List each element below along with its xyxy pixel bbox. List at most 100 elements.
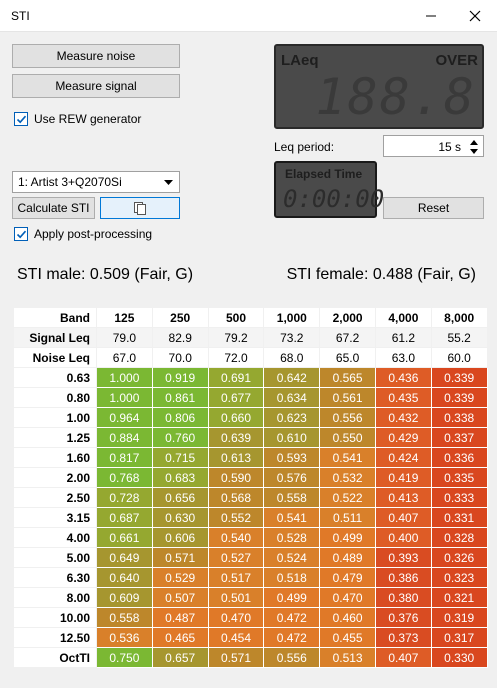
sti-value-cell: 0.660	[207, 407, 265, 428]
use-rew-generator-checkbox[interactable]: Use REW generator	[14, 112, 141, 126]
band-header: 2,000	[319, 307, 376, 328]
table-row: 1.60 0.817 0.715 0.613 0.593 0.541 0.424 0.336	[13, 447, 488, 468]
leq-period-value: 15 s	[438, 140, 461, 154]
sti-value-cell: 0.380	[374, 587, 432, 608]
sti-value-cell: 0.336	[430, 447, 488, 468]
sti-value-cell: 0.499	[263, 587, 321, 608]
signal-leq-cell: 82.9	[151, 327, 209, 348]
sti-value-cell: 0.593	[263, 447, 321, 468]
chevron-down-icon	[164, 180, 173, 185]
table-row: 6.30 0.640 0.529 0.517 0.518 0.479 0.386 0.323	[13, 567, 488, 588]
signal-leq-label: Signal Leq	[13, 327, 97, 348]
sti-value-cell: 0.760	[151, 427, 209, 448]
sti-value-cell: 0.454	[207, 627, 265, 648]
table-row: 2.00 0.768 0.683 0.590 0.576 0.532 0.419 0.335	[13, 467, 488, 488]
row-label: 5.00	[13, 547, 97, 568]
sti-value-cell: 1.000	[96, 367, 153, 388]
row-label: 0.80	[13, 387, 97, 408]
elapsed-time-label: Elapsed Time	[285, 167, 363, 181]
table-row: 3.15 0.687 0.630 0.552 0.541 0.511 0.407 0.331	[13, 507, 488, 528]
sti-value-cell: 0.507	[151, 587, 209, 608]
noise-leq-row: Noise Leq 67.0 70.0 72.0 68.0 65.0 63.0 60.0	[13, 347, 488, 368]
table-row: 0.63 1.000 0.919 0.691 0.642 0.565 0.436 0.339	[13, 367, 488, 388]
measure-signal-button[interactable]: Measure signal	[12, 74, 180, 98]
noise-leq-cell: 60.0	[430, 347, 488, 368]
sti-value-cell: 0.649	[96, 547, 153, 568]
sti-value-cell: 0.528	[263, 527, 321, 548]
level-digits: 188.8	[315, 68, 476, 126]
table-row: 8.00 0.609 0.507 0.501 0.499 0.470 0.380 0.321	[13, 587, 488, 608]
sti-value-cell: 0.532	[319, 467, 376, 488]
measure-noise-button[interactable]: Measure noise	[12, 44, 180, 68]
reset-button[interactable]: Reset	[383, 197, 484, 219]
sti-value-cell: 0.657	[151, 647, 209, 668]
minimize-button[interactable]	[409, 0, 453, 32]
sti-value-cell: 0.540	[207, 527, 265, 548]
table-row: 2.50 0.728 0.656 0.568 0.558 0.522 0.413 0.333	[13, 487, 488, 508]
sti-value-cell: 0.331	[430, 507, 488, 528]
sti-value-cell: 0.435	[374, 387, 432, 408]
signal-leq-cell: 55.2	[430, 327, 488, 348]
sti-value-cell: 0.552	[207, 507, 265, 528]
sti-value-cell: 0.479	[319, 567, 376, 588]
sti-value-cell: 0.517	[207, 567, 265, 588]
sti-value-cell: 0.333	[430, 487, 488, 508]
sti-value-cell: 0.964	[96, 407, 153, 428]
noise-leq-cell: 67.0	[96, 347, 153, 368]
device-select[interactable]: 1: Artist 3+Q2070Si	[12, 171, 180, 193]
close-button[interactable]	[453, 0, 497, 32]
sti-value-cell: 0.413	[374, 487, 432, 508]
leq-period-label: Leq period:	[274, 140, 335, 154]
sti-value-cell: 0.373	[374, 627, 432, 648]
sti-value-cell: 0.571	[151, 547, 209, 568]
sti-value-cell: 0.339	[430, 387, 488, 408]
sti-value-cell: 0.432	[374, 407, 432, 428]
sti-value-cell: 0.424	[374, 447, 432, 468]
band-header: 125	[96, 307, 153, 328]
sti-value-cell: 0.768	[96, 467, 153, 488]
checkbox-box[interactable]	[14, 112, 28, 126]
row-label: 12.50	[13, 627, 97, 648]
sti-value-cell: 0.656	[151, 487, 209, 508]
sti-value-cell: 0.687	[96, 507, 153, 528]
sti-value-cell: 0.558	[263, 487, 321, 508]
checkbox-box[interactable]	[14, 227, 28, 241]
laeq-meter: LAeq OVER 188.8	[274, 44, 484, 129]
sti-value-cell: 0.407	[374, 647, 432, 668]
sti-value-cell: 0.610	[263, 427, 321, 448]
sti-value-cell: 0.323	[430, 567, 488, 588]
noise-leq-cell: 68.0	[263, 347, 321, 368]
sti-value-cell: 0.613	[207, 447, 265, 468]
sti-value-cell: 0.750	[96, 647, 153, 668]
copy-button[interactable]	[100, 197, 180, 219]
table-row: 1.00 0.964 0.806 0.660 0.623 0.556 0.432 0.338	[13, 407, 488, 428]
apply-post-processing-checkbox[interactable]: Apply post-processing	[14, 227, 152, 241]
sti-table: Band 125 250 500 1,000 2,000 4,000 8,000 Signal …	[13, 307, 488, 668]
sti-value-cell: 0.561	[319, 387, 376, 408]
minimize-icon	[426, 15, 436, 17]
sti-value-cell: 0.470	[207, 607, 265, 628]
calculate-sti-button[interactable]: Calculate STI	[12, 197, 95, 219]
sti-value-cell: 0.419	[374, 467, 432, 488]
sti-value-cell: 0.630	[151, 507, 209, 528]
row-label: 10.00	[13, 607, 97, 628]
sti-value-cell: 1.000	[96, 387, 153, 408]
band-header: 1,000	[263, 307, 321, 328]
table-row: 1.25 0.884 0.760 0.639 0.610 0.550 0.429 0.337	[13, 427, 488, 448]
row-label: 2.50	[13, 487, 97, 508]
noise-leq-cell: 72.0	[207, 347, 265, 368]
sti-value-cell: 0.884	[96, 427, 153, 448]
sti-value-cell: 0.642	[263, 367, 321, 388]
checkmark-icon	[16, 230, 27, 239]
leq-period-spinner[interactable]: 15 s	[383, 135, 484, 157]
sti-value-cell: 0.335	[430, 467, 488, 488]
sti-value-cell: 0.489	[319, 547, 376, 568]
sti-value-cell: 0.339	[430, 367, 488, 388]
sti-value-cell: 0.609	[96, 587, 153, 608]
sti-value-cell: 0.328	[430, 527, 488, 548]
spinner-arrows-icon[interactable]	[469, 139, 479, 155]
sti-value-cell: 0.606	[151, 527, 209, 548]
noise-leq-cell: 65.0	[319, 347, 376, 368]
table-row: OctTI 0.750 0.657 0.571 0.556 0.513 0.407 0.330	[13, 647, 488, 668]
sti-value-cell: 0.407	[374, 507, 432, 528]
